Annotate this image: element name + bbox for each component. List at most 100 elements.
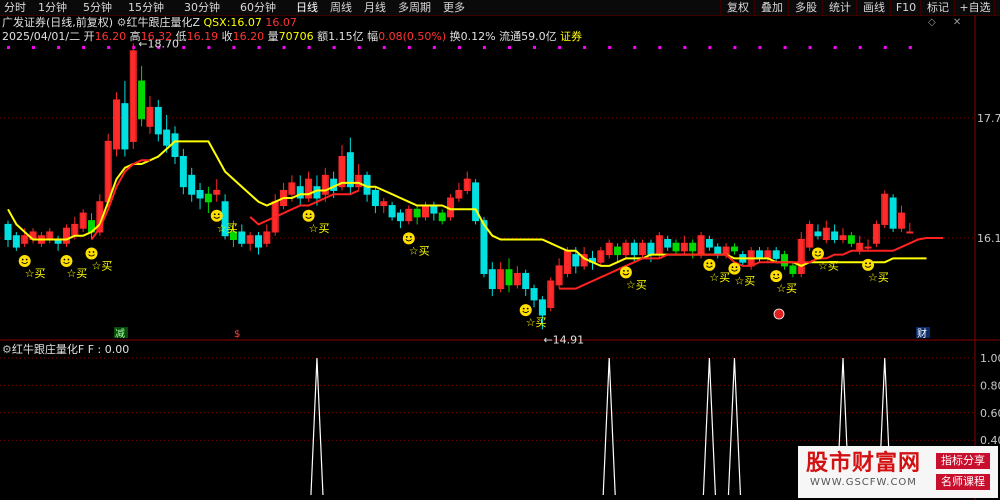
smile-eye: [88, 251, 91, 253]
cai-marker: 财: [917, 327, 927, 340]
candle-fill: [765, 250, 771, 259]
buy-label: ☆买: [818, 260, 839, 273]
toolbar-button-6[interactable]: 标记: [920, 0, 955, 15]
period-tab-5[interactable]: 60分钟: [240, 0, 276, 15]
candle-fill: [857, 243, 863, 251]
candle-body: [163, 129, 171, 146]
candle-body: [705, 239, 713, 248]
buy-label: ☆买: [409, 244, 430, 257]
info-turnover-label: 换: [449, 30, 461, 43]
candle-fill: [80, 213, 86, 229]
toolbar-button-4[interactable]: 画线: [856, 0, 891, 15]
candle-fill: [656, 235, 662, 255]
smile-eye: [67, 258, 70, 261]
smile-eye: [869, 262, 871, 265]
smile-eye: [777, 273, 780, 276]
smile-eye: [309, 213, 312, 216]
candle-body: [572, 254, 580, 267]
candle-fill: [464, 179, 470, 191]
candle-body: [664, 239, 672, 248]
info-amount-label: 额: [317, 30, 329, 43]
info-low: 16.19: [186, 30, 219, 43]
signal-spike: [602, 357, 616, 496]
smile-icon: [210, 209, 223, 222]
info-change: 0.08(0.50%): [378, 30, 447, 43]
purple-dot: [783, 46, 787, 49]
period-tab-3[interactable]: 15分钟: [128, 0, 164, 15]
stock-name: 广发证券: [2, 16, 46, 29]
period-tab-10[interactable]: 更多: [443, 0, 465, 15]
toolbar-button-7[interactable]: +自选: [954, 0, 995, 15]
settings-icon[interactable]: ⚙: [117, 16, 127, 29]
info-sector[interactable]: 证券: [560, 30, 582, 43]
candle-fill: [456, 190, 462, 198]
smile-icon: [18, 255, 31, 268]
candle-fill: [807, 224, 813, 248]
purple-dot: [758, 46, 762, 49]
toolbar-button-0[interactable]: 复权: [720, 0, 755, 15]
toolbar-button-3[interactable]: 统计: [822, 0, 857, 15]
candle-body: [689, 242, 697, 252]
qsx-label: QSX:: [203, 16, 231, 29]
candle-body: [204, 193, 212, 203]
smile-eye: [623, 269, 625, 272]
toolbar-button-2[interactable]: 多股: [788, 0, 823, 15]
candle-body: [714, 246, 722, 256]
purple-dot: [482, 46, 486, 49]
sub-y-tick-label-0: 1.00: [980, 352, 1000, 365]
purple-dot: [833, 46, 837, 49]
candle-fill: [356, 175, 362, 187]
info-amount: 1.15亿: [328, 30, 364, 43]
sub-title[interactable]: 红牛跟庄量化F: [12, 343, 84, 356]
candle-body: [255, 235, 262, 248]
candle-body: [889, 197, 897, 229]
candle-body: [238, 231, 246, 244]
watermark-tag-2: 名师课程: [936, 474, 990, 490]
purple-dot: [708, 46, 712, 49]
smile-eye: [526, 307, 529, 310]
purple-dot: [232, 46, 236, 49]
candle-body: [388, 205, 396, 218]
toolbar-button-5[interactable]: F10: [890, 0, 921, 15]
purple-dot: [658, 46, 662, 49]
period-tab-1[interactable]: 1分钟: [38, 0, 67, 15]
toolbar-button-8[interactable]: 返回: [994, 0, 1000, 15]
red-ball-icon: [773, 308, 785, 320]
candle-body: [413, 208, 421, 218]
purple-dot: [182, 46, 186, 49]
purple-dot: [608, 46, 612, 49]
buy-label: ☆买: [868, 271, 889, 284]
period-tab-7[interactable]: 周线: [330, 0, 352, 15]
candle-fill: [898, 213, 904, 229]
sub-settings-icon[interactable]: ⚙: [2, 343, 12, 356]
smile-icon: [619, 266, 632, 279]
purple-dot: [282, 46, 286, 49]
smile-eye: [92, 251, 95, 253]
period-tab-0[interactable]: 分时: [4, 0, 26, 15]
candle-fill: [548, 281, 554, 308]
diamond-icon[interactable]: ◇: [928, 17, 936, 28]
y-tick-label-0: 17.71: [977, 112, 1000, 125]
candle-body: [847, 235, 855, 244]
purple-dot: [733, 46, 737, 49]
smile-eye: [735, 266, 738, 269]
smile-icon: [60, 255, 73, 268]
candle-fill: [247, 235, 253, 244]
period-tab-8[interactable]: 月线: [364, 0, 386, 15]
purple-dot: [858, 46, 862, 49]
period-tab-9[interactable]: 多周期: [398, 0, 431, 15]
period-tab-2[interactable]: 5分钟: [83, 0, 112, 15]
info-low-label: 低: [175, 30, 187, 43]
smile-icon: [402, 232, 415, 245]
candle-fill: [798, 239, 804, 274]
toolbar-button-1[interactable]: 叠加: [754, 0, 789, 15]
buy-label: ☆买: [92, 260, 113, 273]
purple-dot: [808, 46, 812, 49]
period-tab-6[interactable]: 日线: [296, 0, 318, 15]
buy-label: ☆买: [626, 278, 647, 291]
smile-icon: [703, 258, 716, 271]
indicator-name[interactable]: 红牛跟庄量化Z: [126, 16, 200, 29]
close-icon[interactable]: ✕: [953, 17, 961, 28]
period-tab-4[interactable]: 30分钟: [184, 0, 220, 15]
info-high-label: 高: [129, 30, 141, 43]
